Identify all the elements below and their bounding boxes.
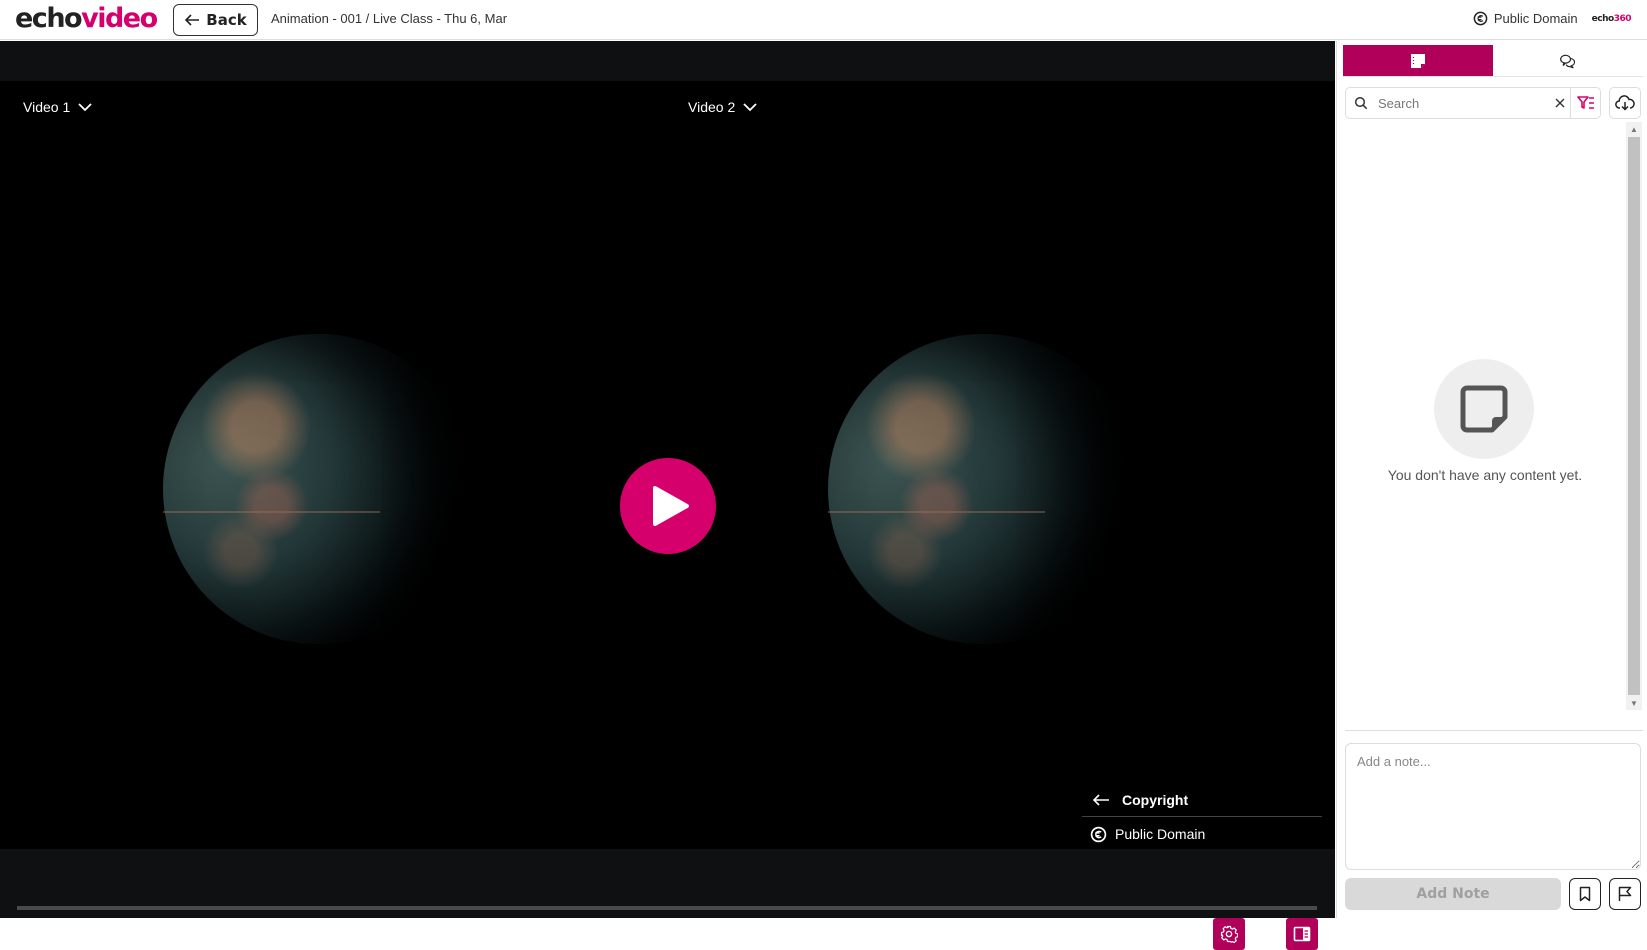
fullscreen-icon [1257, 926, 1273, 942]
license-label: Public Domain [1493, 11, 1578, 26]
sticky-note-icon [1460, 385, 1508, 433]
echovideo-logo: echovideo [15, 3, 158, 34]
menu-item-public-domain[interactable]: Public Domain [1082, 817, 1322, 851]
search-input[interactable] [1378, 95, 1548, 111]
chevron-down-icon [78, 103, 92, 112]
video2-label: Video 2 [688, 99, 736, 115]
video-player: Video 1 Video 2 Copyright Public Domain … [0, 41, 1335, 950]
flag-icon [1112, 926, 1126, 942]
bookmark-icon [1149, 926, 1161, 942]
chevron-down-icon [743, 103, 757, 112]
rewind-icon [61, 927, 77, 941]
empty-state-message: You don't have any content yet. [1387, 467, 1583, 483]
chat-icon [1560, 54, 1576, 68]
video1-frame-globe [163, 334, 473, 644]
copyright-title: Copyright [1122, 791, 1189, 808]
note-icon [1411, 53, 1425, 68]
scrollbar-thumb[interactable] [1628, 137, 1640, 695]
rewind-button[interactable] [53, 918, 85, 950]
video2-selector[interactable]: Video 2 [688, 99, 757, 115]
arrow-left-icon [1092, 793, 1109, 806]
settings-button[interactable] [1213, 918, 1245, 950]
fullscreen-button[interactable] [1249, 918, 1281, 950]
video1-label: Video 1 [23, 99, 71, 115]
filter-button[interactable] [1570, 88, 1600, 118]
play-button[interactable] [16, 918, 48, 950]
scroll-up-arrow[interactable]: ▲ [1626, 122, 1642, 136]
flag-button[interactable] [1103, 918, 1135, 950]
captions-layout-button[interactable] [1068, 918, 1100, 950]
bookmark-icon [1579, 886, 1591, 902]
flag-icon [1618, 886, 1632, 901]
arrow-left-icon [185, 14, 200, 26]
menu-item-label: Public Domain [1115, 826, 1206, 842]
add-note-textarea[interactable] [1345, 743, 1641, 870]
volume-icon [132, 927, 146, 941]
clear-search-button[interactable] [1550, 93, 1570, 113]
sidebar-toggle-button[interactable] [1286, 918, 1318, 950]
public-domain-icon [1473, 11, 1488, 26]
top-bar: echovideo Back Animation - 001 / Live Cl… [0, 0, 1647, 40]
volume-button[interactable] [124, 918, 156, 950]
filter-icon [1576, 96, 1594, 109]
time-display: 0:00/9:55 [161, 926, 220, 942]
video2-frame-globe [828, 334, 1138, 644]
copyright-menu-back[interactable]: Copyright [1082, 783, 1322, 817]
note-bookmark-button[interactable] [1569, 878, 1601, 910]
scroll-down-arrow[interactable]: ▼ [1626, 696, 1642, 710]
layout-icon [1075, 926, 1093, 942]
sidebar-tabs [1343, 45, 1643, 77]
empty-state-illustration [1434, 359, 1534, 459]
fast-forward-icon [96, 927, 112, 941]
public-domain-icon [1090, 826, 1107, 842]
tab-notes[interactable] [1343, 45, 1493, 76]
fast-forward-button[interactable] [88, 918, 120, 950]
sidebar-panel-icon [1293, 926, 1311, 942]
download-button[interactable] [1609, 87, 1641, 119]
tab-discussions[interactable] [1493, 45, 1643, 76]
gear-icon [1220, 925, 1238, 943]
license-indicator[interactable]: Public Domain [1473, 11, 1578, 26]
play-icon [653, 486, 689, 526]
back-label: Back [206, 11, 247, 29]
notes-scrollbar[interactable]: ▲ ▼ [1626, 122, 1642, 710]
notes-search [1345, 87, 1601, 119]
add-note-button[interactable]: Add Note [1345, 878, 1561, 910]
echo360-logo: echo360 [1591, 13, 1632, 24]
video1-selector[interactable]: Video 1 [23, 99, 92, 115]
progress-bar[interactable] [17, 906, 1317, 910]
playback-speed-button[interactable]: 1x [1176, 918, 1208, 950]
player-top-strip [0, 41, 1335, 81]
cloud-download-icon [1615, 95, 1635, 111]
divider [1345, 730, 1643, 731]
breadcrumb: Animation - 001 / Live Class - Thu 6, Ma… [271, 11, 508, 26]
video-stage[interactable]: Video 1 Video 2 [0, 81, 1335, 849]
play-icon [26, 926, 39, 942]
search-icon [1354, 96, 1368, 110]
notes-sidebar: ▲ ▼ You don't have any content yet. Add … [1336, 41, 1647, 918]
back-button[interactable]: Back [173, 4, 258, 36]
close-icon [1555, 98, 1565, 108]
note-flag-button[interactable] [1609, 878, 1641, 910]
big-play-button[interactable] [620, 458, 716, 554]
bookmark-button[interactable] [1139, 918, 1171, 950]
